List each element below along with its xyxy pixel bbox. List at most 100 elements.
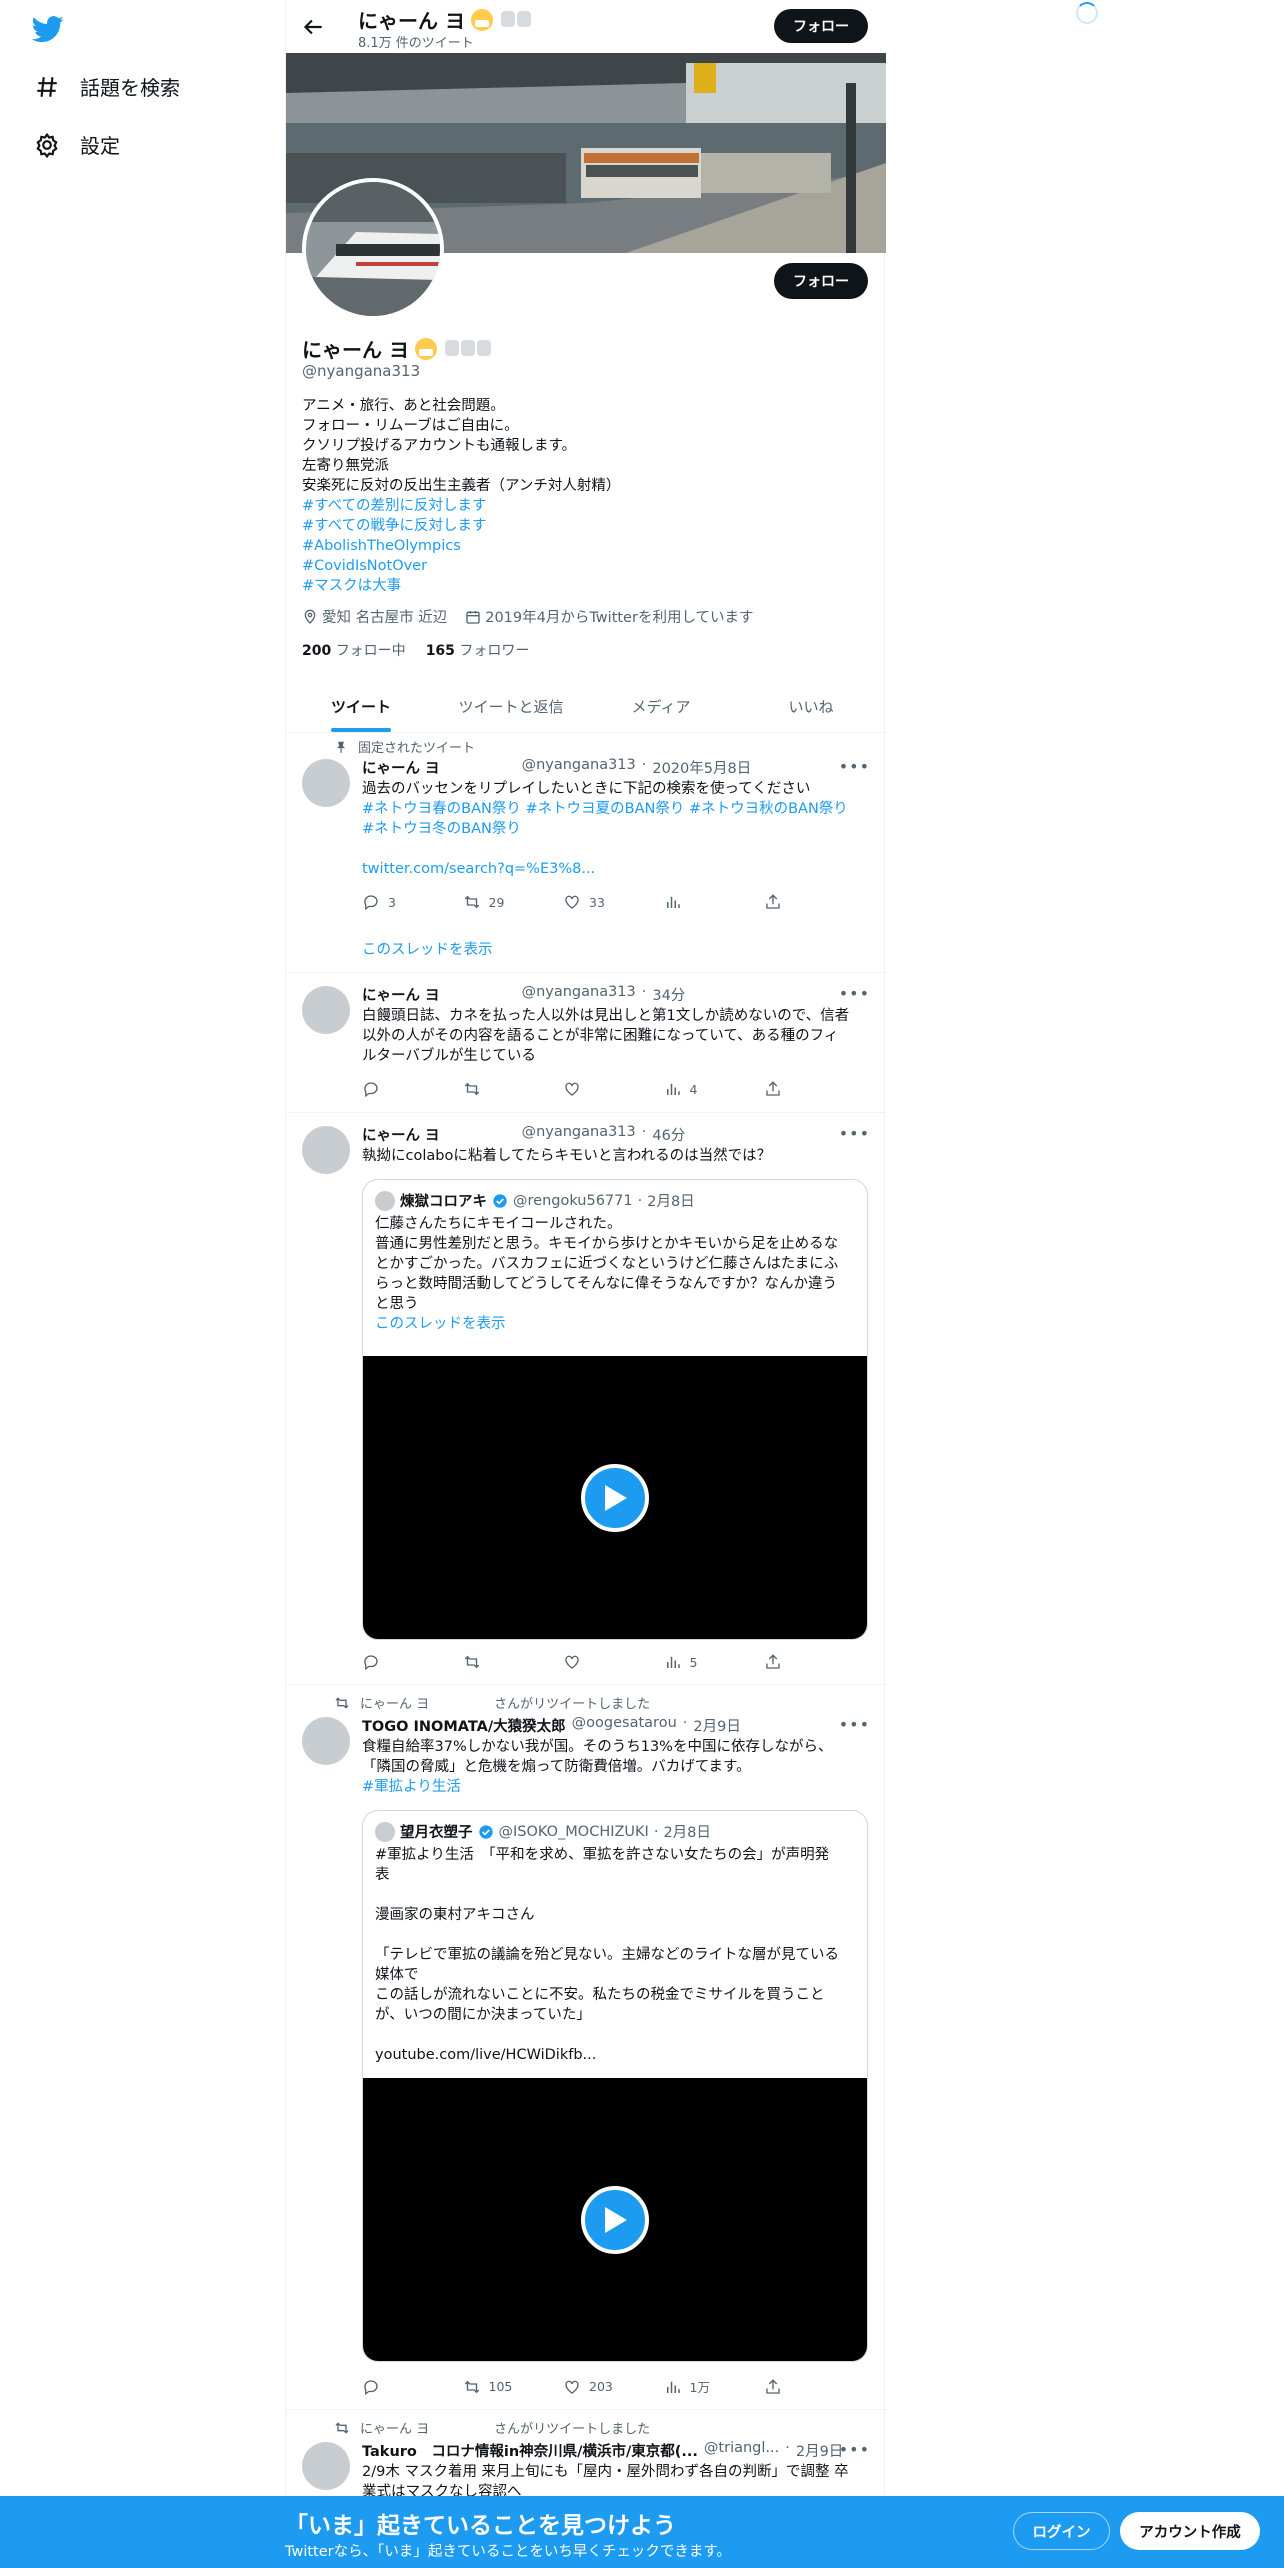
quote-show-thread-link[interactable]: このスレッドを表示 [375, 1314, 855, 1334]
retweet-icon [464, 2380, 479, 2393]
following-link[interactable]: 200 フォロー中 [302, 640, 406, 660]
retweet-button[interactable]: 105 [463, 2377, 543, 2396]
profile-name-row: にゃーん ヨ [302, 334, 491, 363]
more-options-icon[interactable]: ••• [839, 2440, 870, 2459]
tweet-author-name[interactable]: TOGO INOMATA/大猿猤太郎 [362, 1715, 566, 1736]
nav-settings[interactable]: 設定 [34, 130, 120, 159]
hashtag-icon [37, 76, 57, 97]
pinned-label: 固定されたツイート [358, 741, 476, 756]
header-name-row: にゃーん ヨ [358, 5, 531, 34]
tweet[interactable]: にゃーん ヨ @nyangana313 · 46分 ••• 執拗にcolaboに… [286, 1113, 886, 1685]
analytics-button[interactable]: 4 [664, 1080, 744, 1098]
analytics-icon [666, 1083, 680, 1095]
more-options-icon[interactable]: ••• [839, 757, 870, 776]
tab-tweets-and-replies[interactable]: ツイートと返信 [436, 680, 586, 732]
tweet-time[interactable]: 2020年5月8日 [652, 757, 751, 778]
retweet-button[interactable]: 29 [463, 893, 543, 911]
tweet-author-handle[interactable]: @nyangana313 [522, 1124, 636, 1145]
bio-line: アニメ・旅行、あと社会問題。 [302, 398, 505, 414]
profile-avatar[interactable] [302, 178, 444, 320]
profile-follow-button[interactable]: フォロー [774, 263, 868, 299]
retweet-context-label[interactable]: にゃーん ヨ さんがリツイートしました [360, 2418, 650, 2437]
tweet-time[interactable]: 2月9日 [693, 1715, 740, 1736]
tweet-avatar[interactable] [302, 2442, 350, 2490]
retweet-button[interactable] [463, 1080, 543, 1098]
back-arrow-icon[interactable] [300, 14, 326, 40]
like-button[interactable] [563, 1653, 643, 1671]
share-button[interactable] [764, 893, 782, 911]
tab-media[interactable]: メディア [586, 680, 736, 732]
tweet-avatar[interactable] [302, 986, 350, 1034]
tab-tweets[interactable]: ツイート [286, 680, 436, 732]
tweet[interactable]: にゃーん ヨ さんがリツイートしました TOGO INOMATA/大猿猤太郎 @… [286, 1685, 886, 2410]
header-follow-button[interactable]: フォロー [774, 9, 868, 43]
followers-link[interactable]: 165 フォロワー [426, 640, 530, 660]
reply-button[interactable] [362, 1080, 442, 1098]
retweet-button[interactable] [463, 1653, 543, 1671]
tweet[interactable]: にゃーん ヨ @nyangana313 · 34分 ••• 白饅頭日誌、カネを払… [286, 973, 886, 1113]
analytics-icon [666, 2381, 680, 2393]
tab-likes[interactable]: いいね [736, 680, 886, 732]
retweet-context-label[interactable]: にゃーん ヨ さんがリツイートしました [360, 1693, 650, 1712]
hashtag-link[interactable]: #ネトウヨ冬のBAN祭り [362, 819, 872, 839]
bio-hashtag-link[interactable]: #マスクは大事 [302, 576, 862, 596]
reply-button[interactable]: 3 [362, 893, 442, 911]
tweet-link[interactable]: twitter.com/search?q=%E3%8... [362, 859, 872, 879]
more-options-icon[interactable]: ••• [839, 1124, 870, 1143]
nav-explore[interactable]: 話題を検索 [34, 72, 180, 101]
tweet-text: 食糧自給率37%しかない我が国。そのうち13%を中国に依存しながら、 「隣国の脅… [362, 1737, 872, 1797]
login-button[interactable]: ログイン [1013, 2512, 1110, 2550]
tweet-author-handle[interactable]: @nyangana313 [522, 984, 636, 1005]
bio-hashtag-link[interactable]: #すべての戦争に反対します [302, 516, 862, 536]
profile-name: にゃーん ヨ [302, 338, 409, 362]
more-options-icon[interactable]: ••• [839, 1715, 870, 1734]
tweet-time[interactable]: 2月9日 [796, 2440, 843, 2461]
share-button[interactable] [764, 1653, 782, 1671]
tweet-author-name[interactable]: Takuro コロナ情報in神奈川県/横浜市/東京都(... [362, 2440, 698, 2461]
tweet-author-handle[interactable]: @triangl... [704, 2440, 779, 2461]
signup-button[interactable]: アカウント作成 [1120, 2512, 1260, 2550]
hashtag-link[interactable]: #ネトウヨ春のBAN祭り #ネトウヨ夏のBAN祭り #ネトウヨ秋のBAN祭り [362, 799, 872, 819]
tweet-avatar[interactable] [302, 1717, 350, 1765]
share-button[interactable] [764, 2377, 782, 2396]
tweet-author-handle[interactable]: @nyangana313 [522, 757, 636, 778]
tweet-time[interactable]: 46分 [652, 1124, 685, 1145]
quoted-tweet[interactable]: 望月衣塑子 @ISOKO_MOCHIZUKI · 2月8日 #軍拡より生活 「平… [362, 1810, 868, 2362]
play-button-icon[interactable] [581, 2186, 649, 2254]
tweet-avatar[interactable] [302, 759, 350, 807]
reply-button[interactable] [362, 2377, 442, 2396]
tweet-time[interactable]: 34分 [652, 984, 685, 1005]
tweet-author-name[interactable]: にゃーん ヨ [362, 1124, 440, 1145]
tweet-author-name[interactable]: にゃーん ヨ [362, 757, 440, 778]
share-button[interactable] [764, 1080, 782, 1098]
tweet-author-name[interactable]: にゃーん ヨ [362, 984, 440, 1005]
tweet-actions: 3 29 33 [362, 893, 782, 911]
bio-hashtag-link[interactable]: #すべての差別に反対します [302, 496, 862, 516]
quoted-tweet[interactable]: 煉獄コロアキ @rengoku56771 · 2月8日 仁藤さんたちにキモイコー… [362, 1179, 868, 1640]
loading-spinner-icon [1076, 2, 1098, 24]
quote-link[interactable]: youtube.com/live/HCWiDikfb... [375, 2045, 855, 2065]
retweet-icon [464, 1655, 479, 1669]
tweet-author-handle[interactable]: @oogesatarou [572, 1715, 677, 1736]
twitter-logo-icon[interactable] [32, 13, 64, 45]
like-button[interactable]: 203 [563, 2377, 643, 2396]
analytics-button[interactable] [664, 893, 744, 911]
reply-button[interactable] [362, 1653, 442, 1671]
bio-hashtag-link[interactable]: #CovidIsNotOver [302, 556, 862, 576]
video-player[interactable] [363, 1356, 867, 1639]
tweet-avatar[interactable] [302, 1126, 350, 1174]
like-button[interactable]: 33 [563, 893, 643, 911]
play-button-icon[interactable] [581, 1464, 649, 1532]
analytics-button[interactable]: 1万 [664, 2377, 744, 2396]
tweet-header: にゃーん ヨ @nyangana313 · 2020年5月8日 [362, 757, 752, 778]
tweet[interactable]: 固定されたツイート にゃーん ヨ @nyangana313 · 2020年5月8… [286, 733, 886, 973]
hashtag-link[interactable]: #軍拡より生活 [362, 1777, 872, 1797]
show-thread-link[interactable]: このスレッドを表示 [362, 938, 493, 959]
profile-bio: アニメ・旅行、あと社会問題。 フォロー・リムーブはご自由に。 クソリプ投げるアカ… [302, 396, 862, 596]
video-player[interactable] [363, 2078, 867, 2361]
like-button[interactable] [563, 1080, 643, 1098]
bio-hashtag-link[interactable]: #AbolishTheOlympics [302, 536, 862, 556]
more-options-icon[interactable]: ••• [839, 984, 870, 1003]
analytics-button[interactable]: 5 [664, 1653, 744, 1671]
bio-line: フォロー・リムーブはご自由に。 [302, 418, 519, 434]
